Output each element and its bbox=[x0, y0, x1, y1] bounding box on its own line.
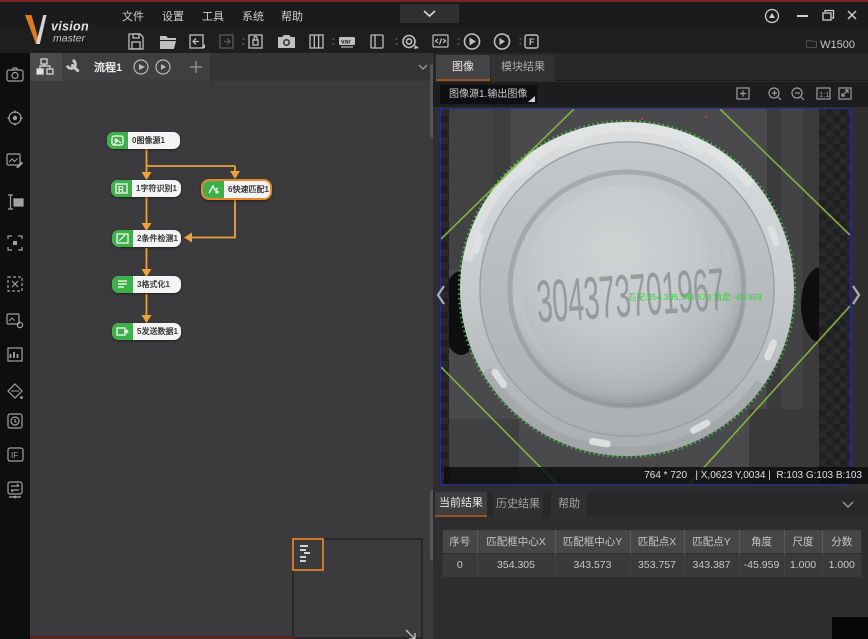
svg-text:R: R bbox=[118, 185, 124, 194]
svg-text:IF: IF bbox=[11, 451, 18, 460]
svg-text:流程1: 流程1 bbox=[94, 60, 122, 74]
svg-text:vision: vision bbox=[51, 20, 89, 34]
svg-text:master: master bbox=[53, 33, 86, 45]
svg-text:匹配:354.305,343.573 角度:-45.959: 匹配:354.305,343.573 角度:-45.959 bbox=[628, 292, 762, 302]
svg-text:var: var bbox=[341, 39, 351, 46]
svg-text:F: F bbox=[529, 37, 535, 47]
svg-text:1:1: 1:1 bbox=[819, 90, 829, 99]
